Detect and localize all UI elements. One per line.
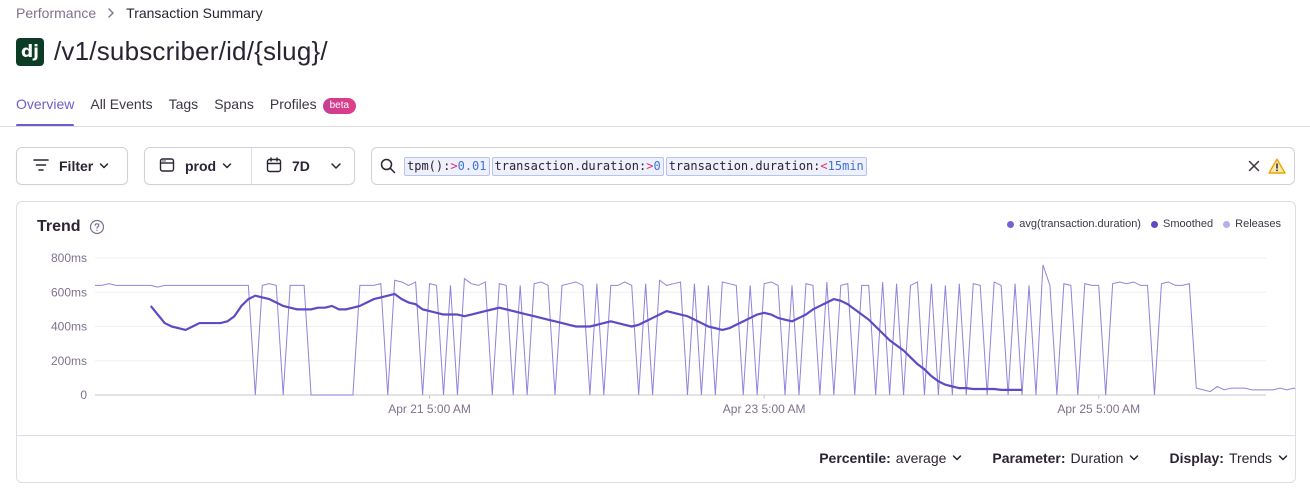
legend-label: Releases (1235, 218, 1281, 230)
clear-search-icon[interactable] (1248, 160, 1260, 172)
chevron-down-icon (330, 158, 342, 174)
filter-button[interactable]: Filter (16, 147, 128, 185)
panel-title: Trend (37, 218, 81, 235)
parameter-selector[interactable]: Parameter: Duration (992, 450, 1139, 466)
chevron-down-icon (1278, 450, 1288, 466)
chevron-down-icon (222, 158, 232, 174)
parameter-label: Parameter: (992, 450, 1066, 466)
panel-footer-divider (17, 435, 1295, 436)
page-title: /v1/subscriber/id/{slug}/ (54, 36, 328, 66)
breadcrumb: Performance Transaction Summary (16, 4, 263, 22)
y-tick-label: 600ms (51, 285, 87, 299)
filter-bar: Filter prod 7D tpm():>0.01 transaction.d… (16, 147, 1295, 185)
y-tick-label: 800ms (51, 251, 87, 265)
search-icon (380, 158, 396, 174)
legend-label: Smoothed (1162, 218, 1214, 230)
trend-panel: Trend avg(transaction.duration) Smoothed… (16, 201, 1296, 483)
chart-controls: Percentile: average Parameter: Duration … (819, 450, 1288, 466)
tab-profiles[interactable]: Profiles beta (269, 94, 357, 127)
tabs-divider (0, 126, 1310, 127)
page-header: dj /v1/subscriber/id/{slug}/ (16, 36, 328, 67)
chevron-down-icon (99, 158, 109, 174)
legend-swatch (1007, 220, 1015, 228)
chevron-down-icon (1129, 450, 1139, 466)
breadcrumb-current: Transaction Summary (126, 5, 263, 21)
search-query-input[interactable]: tpm():>0.01 transaction.duration:>0 tran… (371, 147, 1295, 185)
percentile-value: average (895, 450, 947, 466)
x-tick-label: Apr 21 5:00 AM (388, 402, 471, 416)
legend-swatch (1150, 220, 1158, 228)
legend-label: avg(transaction.duration) (1019, 218, 1141, 230)
search-token[interactable]: transaction.duration:>0 (491, 156, 664, 176)
search-token[interactable]: transaction.duration:<15min (665, 156, 867, 176)
token-key: tpm(): (407, 158, 451, 173)
y-tick-label: 0 (80, 388, 87, 402)
question-icon[interactable] (89, 219, 105, 235)
display-label: Display: (1169, 450, 1224, 466)
breadcrumb-performance-link[interactable]: Performance (16, 5, 96, 21)
beta-badge: beta (322, 98, 357, 114)
y-tick-label: 200ms (51, 354, 87, 368)
percentile-selector[interactable]: Percentile: average (819, 450, 962, 466)
legend-item-avg[interactable]: avg(transaction.duration) (1007, 218, 1141, 230)
display-value: Trends (1228, 450, 1272, 466)
token-value: 0.01 (457, 158, 487, 173)
parameter-value: Duration (1070, 450, 1124, 466)
y-tick-label: 400ms (51, 320, 87, 334)
tab-tags[interactable]: Tags (169, 94, 199, 127)
filter-button-label: Filter (59, 158, 94, 174)
trend-chart[interactable]: 800ms 600ms 400ms 200ms 0 Apr 21 5:00 AM Apr 2… (17, 242, 1295, 422)
percentile-label: Percentile: (819, 450, 891, 466)
token-operator: > (450, 158, 458, 173)
filter-icon (33, 158, 49, 175)
token-value: 15min (827, 158, 864, 173)
legend-item-smoothed[interactable]: Smoothed (1150, 218, 1214, 230)
chart-legend: avg(transaction.duration) Smoothed Relea… (997, 218, 1281, 230)
window-icon (159, 157, 175, 176)
tab-bar: Overview All Events Tags Spans Profiles … (16, 94, 372, 127)
token-value: 0 (653, 158, 661, 173)
legend-swatch (1223, 220, 1231, 228)
date-range-selector[interactable]: 7D (252, 148, 354, 184)
series-line-avg-duration (95, 264, 1295, 396)
token-operator: < (820, 158, 828, 173)
warning-icon[interactable] (1268, 158, 1286, 174)
environment-date-group: prod 7D (144, 147, 355, 185)
django-platform-icon: dj (16, 37, 44, 66)
date-range-value: 7D (292, 158, 310, 174)
search-token[interactable]: tpm():>0.01 (404, 156, 490, 176)
calendar-icon (266, 156, 282, 176)
search-actions (1248, 148, 1286, 184)
chevron-down-icon (952, 450, 962, 466)
token-key: transaction.duration: (494, 158, 647, 173)
token-key: transaction.duration: (668, 158, 821, 173)
chevron-right-icon (106, 8, 116, 18)
x-tick-label: Apr 25 5:00 AM (1057, 402, 1140, 416)
tab-profiles-label: Profiles (269, 96, 317, 112)
environment-value: prod (185, 158, 217, 174)
x-tick-label: Apr 23 5:00 AM (723, 402, 806, 416)
environment-selector[interactable]: prod (145, 148, 252, 184)
tab-overview[interactable]: Overview (16, 94, 75, 127)
tab-all-events[interactable]: All Events (90, 94, 152, 127)
display-selector[interactable]: Display: Trends (1169, 450, 1288, 466)
legend-item-releases[interactable]: Releases (1223, 218, 1281, 230)
tab-spans[interactable]: Spans (214, 94, 254, 127)
panel-header: Trend (37, 218, 105, 236)
